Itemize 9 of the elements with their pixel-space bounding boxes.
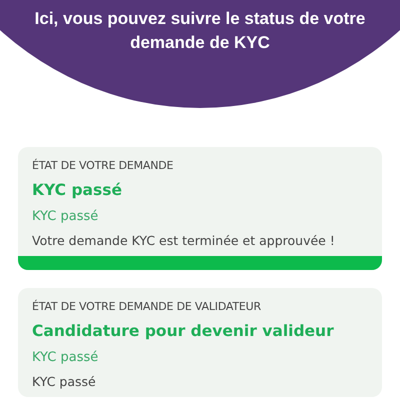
page-title: Ici, vous pouvez suivre le status de votre demande de KYC xyxy=(34,8,366,54)
status-message: Votre demande KYC est terminée et approuvée ! xyxy=(32,233,336,248)
card-heading: KYC passé xyxy=(32,181,123,199)
card-heading: Candidature pour devenir valideur xyxy=(32,322,335,340)
card-label: ÉTAT DE VOTRE DEMANDE DE VALIDATEUR xyxy=(32,300,262,313)
status-message: KYC passé xyxy=(32,374,97,389)
card-label: ÉTAT DE VOTRE DEMANDE xyxy=(32,159,174,172)
status-text: KYC passé xyxy=(32,350,100,365)
status-text: KYC passé xyxy=(32,209,100,224)
